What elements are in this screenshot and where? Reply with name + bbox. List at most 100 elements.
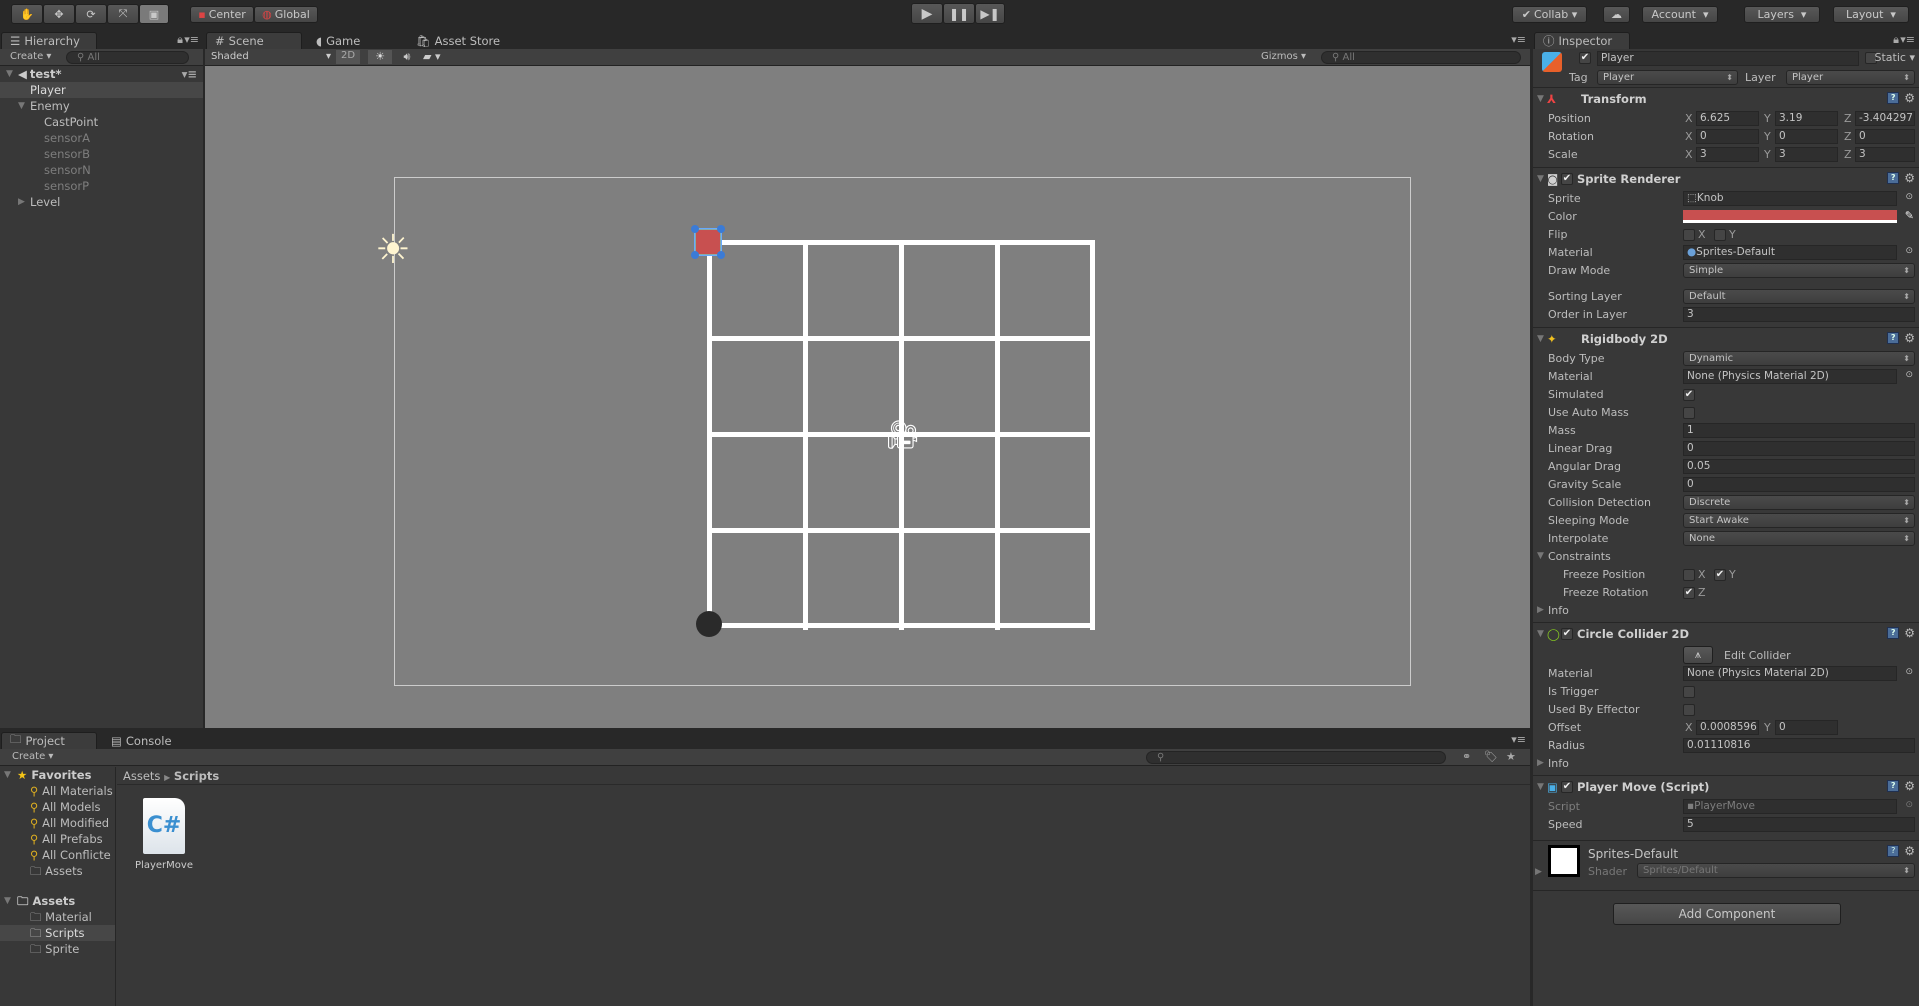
scene-search-input[interactable]: ⚲ All xyxy=(1321,51,1521,64)
scene-viewport[interactable]: ☀ 🎥︎ xyxy=(205,66,1530,728)
gizmos-dropdown[interactable]: Gizmos ▾ xyxy=(1261,51,1306,62)
asset-file[interactable]: C# PlayerMove xyxy=(130,798,198,871)
effects-dropdown[interactable]: ▰ ▾ xyxy=(423,50,453,64)
active-checkbox[interactable]: ✔ xyxy=(1579,52,1591,64)
auto-mass-checkbox[interactable] xyxy=(1683,407,1695,419)
info-foldout[interactable]: ▶ Info xyxy=(1533,602,1919,620)
eyedropper-icon[interactable]: ✎ xyxy=(1905,209,1914,222)
collision-detection-dropdown[interactable]: Discrete xyxy=(1683,495,1915,510)
selection-handle[interactable] xyxy=(691,251,699,259)
body-type-dropdown[interactable]: Dynamic xyxy=(1683,351,1915,366)
collab-button[interactable]: ✔ Collab ▾ xyxy=(1512,6,1587,23)
offset-x[interactable]: 0.0008596 xyxy=(1696,720,1759,735)
gravity-scale-field[interactable]: 0 xyxy=(1683,477,1915,492)
cloud-button[interactable]: ☁ xyxy=(1603,6,1630,23)
scene-menu-icon[interactable]: ▾≡ xyxy=(182,66,197,82)
lighting-toggle[interactable]: ☀ xyxy=(368,50,392,64)
hierarchy-item-sensorb[interactable]: sensorB xyxy=(0,146,203,162)
fold-arrow-icon[interactable]: ▶ xyxy=(1535,867,1542,877)
favorite-item[interactable]: ⚲ All Modified xyxy=(0,815,115,831)
is-trigger-checkbox[interactable] xyxy=(1683,686,1695,698)
tab-project[interactable]: 🗀 Project xyxy=(1,732,97,749)
fold-arrow-icon[interactable]: ▼ xyxy=(1533,174,1547,184)
hierarchy-item-sensorn[interactable]: sensorN xyxy=(0,162,203,178)
rotation-y[interactable]: 0 xyxy=(1775,129,1838,144)
offset-y[interactable]: 0 xyxy=(1775,720,1838,735)
folder-sprite[interactable]: 🗀 Sprite xyxy=(0,941,115,957)
scene-root[interactable]: ▼ ◀ test* ▾≡ xyxy=(0,66,203,82)
breadcrumb-scripts[interactable]: Scripts xyxy=(174,769,219,783)
sprite-renderer-header[interactable]: ▼ ◙ ✔ Sprite Renderer? ⚙ xyxy=(1533,168,1919,190)
tag-dropdown[interactable]: Player xyxy=(1597,70,1738,85)
folder-material[interactable]: 🗀 Material xyxy=(0,909,115,925)
sprite-field[interactable]: ⬚Knob xyxy=(1683,191,1897,206)
expand-arrow-icon[interactable]: ▼ xyxy=(4,893,17,909)
folder-scripts[interactable]: 🗀 Scripts xyxy=(0,925,115,941)
info-foldout[interactable]: ▶ Info xyxy=(1533,755,1919,773)
account-dropdown[interactable]: Account ▾ xyxy=(1642,6,1718,23)
selection-handle[interactable] xyxy=(717,225,725,233)
favorite-star-icon[interactable]: ★ xyxy=(1506,750,1516,763)
lock-icon[interactable]: 🔒︎ xyxy=(177,33,183,47)
create-dropdown[interactable]: Create ▾ xyxy=(12,751,53,762)
edit-collider-button[interactable]: ⩚ xyxy=(1683,646,1713,664)
shading-dropdown[interactable]: Shaded ▾ xyxy=(211,51,331,62)
static-dropdown[interactable]: Static ▾ xyxy=(1875,51,1915,64)
hierarchy-item-player[interactable]: Player xyxy=(0,82,203,98)
fold-arrow-icon[interactable]: ▼ xyxy=(1533,334,1547,344)
fold-arrow-icon[interactable]: ▼ xyxy=(1533,94,1547,104)
hierarchy-item-sensorp[interactable]: sensorP xyxy=(0,178,203,194)
rotation-z[interactable]: 0 xyxy=(1855,129,1915,144)
help-icon[interactable]: ? xyxy=(1887,627,1900,639)
hierarchy-item-castpoint[interactable]: CastPoint xyxy=(0,114,203,130)
layout-dropdown[interactable]: Layout ▾ xyxy=(1833,6,1909,23)
pivot-center-button[interactable]: ▪ Center xyxy=(190,6,254,23)
tab-inspector[interactable]: ⓘ Inspector xyxy=(1534,32,1630,49)
object-picker-icon[interactable]: ⊙ xyxy=(1905,667,1913,677)
layers-dropdown[interactable]: Layers ▾ xyxy=(1744,6,1820,23)
sleeping-mode-dropdown[interactable]: Start Awake xyxy=(1683,513,1915,528)
play-button[interactable]: ▶ xyxy=(911,3,943,24)
help-icon[interactable]: ? xyxy=(1887,845,1900,857)
space-global-button[interactable]: ◍ Global xyxy=(254,6,318,23)
tab-game[interactable]: ◖ Game xyxy=(308,32,368,49)
tab-console[interactable]: ▤ Console xyxy=(103,732,180,749)
simulated-checkbox[interactable]: ✔ xyxy=(1683,389,1695,401)
sorting-layer-dropdown[interactable]: Default xyxy=(1683,289,1915,304)
freeze-rotation-z-checkbox[interactable]: ✔ xyxy=(1683,587,1695,599)
panel-menu-icon[interactable]: ▾≡ xyxy=(184,33,199,46)
script-enabled-checkbox[interactable]: ✔ xyxy=(1561,781,1573,793)
collider-material-field[interactable]: None (Physics Material 2D) xyxy=(1683,666,1897,681)
expand-arrow-icon[interactable]: ▼ xyxy=(18,98,30,114)
color-swatch[interactable] xyxy=(1683,210,1897,223)
interpolate-dropdown[interactable]: None xyxy=(1683,531,1915,546)
add-component-button[interactable]: Add Component xyxy=(1613,903,1841,925)
favorite-item[interactable]: ⚲ All Materials xyxy=(0,783,115,799)
audio-toggle[interactable]: 🔊︎ xyxy=(395,50,419,64)
collapse-arrow-icon[interactable]: ▶ xyxy=(18,194,30,210)
flip-y-checkbox[interactable] xyxy=(1714,229,1726,241)
selection-handle[interactable] xyxy=(717,251,725,259)
mass-field[interactable]: 1 xyxy=(1683,423,1915,438)
collider-enabled-checkbox[interactable]: ✔ xyxy=(1561,628,1573,640)
name-field[interactable]: Player xyxy=(1597,51,1859,66)
panel-menu-icon[interactable]: ▾≡ xyxy=(1511,733,1526,746)
camera-gizmo-icon[interactable]: 🎥︎ xyxy=(885,418,921,451)
sprite-renderer-enabled-checkbox[interactable]: ✔ xyxy=(1561,173,1573,185)
move-tool-button[interactable]: ✥ xyxy=(43,4,75,24)
linear-drag-field[interactable]: 0 xyxy=(1683,441,1915,456)
lock-icon[interactable]: 🔒︎ xyxy=(1893,33,1899,47)
object-picker-icon[interactable]: ⊙ xyxy=(1905,246,1913,256)
order-in-layer-field[interactable]: 3 xyxy=(1683,307,1915,322)
project-search-input[interactable]: ⚲ xyxy=(1146,751,1446,764)
gear-icon[interactable]: ⚙ xyxy=(1904,845,1915,857)
position-x[interactable]: 6.625 xyxy=(1696,111,1759,126)
hierarchy-search-input[interactable]: ⚲ All xyxy=(66,51,189,64)
gear-icon[interactable]: ⚙ xyxy=(1904,780,1915,792)
transform-header[interactable]: ▼ ⅄ Transform? ⚙ xyxy=(1533,88,1919,110)
tab-asset-store[interactable]: 🛍︎ Asset Store xyxy=(408,32,508,49)
assets-header[interactable]: ▼ 🗀 Assets xyxy=(0,893,115,909)
circle-collider-header[interactable]: ▼ ◯ ✔ Circle Collider 2D? ⚙ xyxy=(1533,623,1919,645)
gear-icon[interactable]: ⚙ xyxy=(1904,332,1915,344)
help-icon[interactable]: ? xyxy=(1887,172,1900,184)
